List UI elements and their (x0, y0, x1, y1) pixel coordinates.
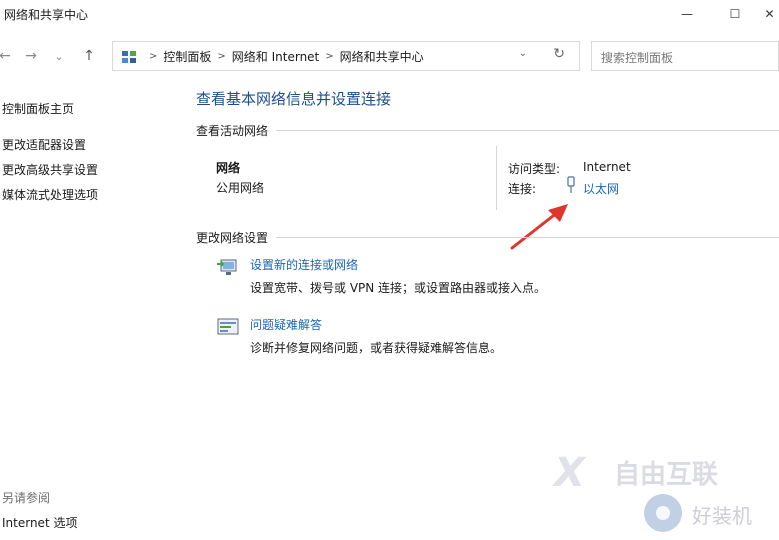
breadcrumb-separator-icon: > (217, 51, 226, 62)
address-dropdown-button[interactable]: ⌄ (519, 48, 527, 59)
watermark-site-text: 好装机 (692, 504, 752, 528)
navigation-bar: ← → ⌄ ↑ > 控制面板 > 网络和 Internet > 网络和共享中心 … (0, 38, 779, 74)
ethernet-connection-link[interactable]: 以太网 (583, 180, 619, 197)
access-type-label: 访问类型: (508, 162, 561, 176)
divider (496, 146, 497, 210)
control-panel-icon (122, 50, 136, 63)
breadcrumb: > 控制面板 > 网络和 Internet > 网络和共享中心 (121, 48, 424, 65)
active-networks-heading: 查看活动网络 (196, 124, 269, 138)
breadcrumb-separator-icon: > (325, 51, 334, 62)
setup-new-connection-link[interactable]: 设置新的连接或网络 (250, 256, 358, 273)
up-button[interactable]: ↑ (78, 44, 100, 68)
breadcrumb-separator-icon: > (149, 51, 158, 62)
back-button[interactable]: ← (0, 44, 16, 68)
page-title: 查看基本网络信息并设置连接 (196, 90, 392, 108)
sidebar-item-internet-options[interactable]: Internet 选项 (2, 514, 77, 531)
recent-locations-button[interactable]: ⌄ (48, 44, 70, 68)
watermark-x-logo-icon: X (554, 450, 585, 496)
sidebar-item-advanced-sharing[interactable]: 更改高级共享设置 (2, 161, 98, 178)
see-also-heading: 另请参阅 (2, 491, 51, 505)
troubleshoot-description: 诊断并修复网络问题，或者获得疑难解答信息。 (250, 341, 503, 355)
change-settings-heading: 更改网络设置 (196, 231, 269, 245)
network-name: 网络 (216, 161, 241, 175)
breadcrumb-item-control-panel[interactable]: 控制面板 (163, 48, 211, 65)
sidebar-item-media-streaming[interactable]: 媒体流式处理选项 (2, 186, 98, 203)
address-bar[interactable]: > 控制面板 > 网络和 Internet > 网络和共享中心 ⌄ ↻ (112, 41, 580, 71)
minimize-button[interactable]: — (664, 0, 710, 28)
connection-label: 连接: (508, 182, 537, 196)
troubleshoot-icon (217, 318, 239, 335)
watermark-logo-text: 自由互联 (614, 460, 719, 490)
breadcrumb-item-network-internet[interactable]: 网络和 Internet (232, 48, 319, 65)
forward-button[interactable]: → (20, 44, 42, 68)
sidebar: 控制面板主页 更改适配器设置 更改高级共享设置 媒体流式处理选项 另请参阅 In… (0, 90, 180, 540)
network-type: 公用网络 (216, 181, 265, 195)
sidebar-item-home[interactable]: 控制面板主页 (2, 100, 74, 117)
divider (276, 237, 779, 238)
close-button[interactable]: ✕ (760, 0, 779, 28)
search-input[interactable]: 搜索控制面板 (591, 41, 779, 71)
refresh-button[interactable]: ↻ (553, 46, 565, 62)
search-placeholder: 搜索控制面板 (601, 51, 674, 65)
window-title: 网络和共享中心 (4, 8, 89, 22)
ethernet-icon (567, 176, 575, 193)
red-arrow-icon (510, 204, 568, 250)
watermark-circle-icon (644, 494, 682, 532)
watermark: X 自由互联 好装机 (548, 450, 779, 540)
troubleshoot-link[interactable]: 问题疑难解答 (250, 316, 322, 333)
sidebar-item-adapter-settings[interactable]: 更改适配器设置 (2, 136, 86, 153)
title-bar: 网络和共享中心 — ☐ ✕ (0, 0, 779, 28)
new-connection-icon (217, 259, 237, 275)
setup-new-connection-description: 设置宽带、拨号或 VPN 连接；或设置路由器或接入点。 (250, 281, 547, 295)
breadcrumb-item-sharing-center[interactable]: 网络和共享中心 (340, 48, 424, 65)
access-type-value: Internet (583, 160, 631, 174)
divider (276, 130, 779, 131)
maximize-button[interactable]: ☐ (712, 0, 758, 28)
